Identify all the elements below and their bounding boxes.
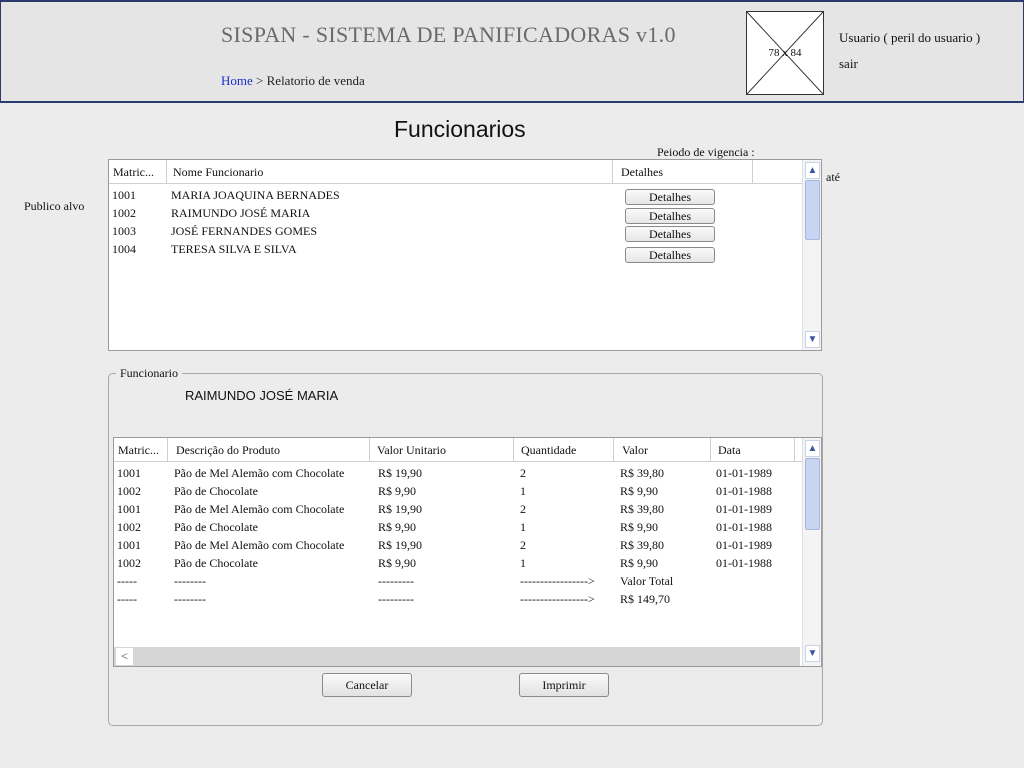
cell-nome: JOSÉ FERNANDES GOMES — [171, 224, 318, 238]
cell-nome: TERESA SILVA E SILVA — [171, 242, 297, 256]
cell-valor-unitario: --------- — [378, 574, 414, 588]
cell-matricula: 1001 — [117, 466, 141, 480]
cell-data: 01-01-1988 — [716, 484, 772, 498]
breadcrumb-home-link[interactable]: Home — [221, 73, 253, 88]
cell-descricao: Pão de Chocolate — [174, 556, 258, 570]
cell-quantidade: 2 — [520, 502, 526, 516]
scroll-down-icon[interactable]: ▼ — [805, 645, 820, 662]
cell-descricao: -------- — [174, 574, 206, 588]
scroll-left-icon[interactable]: < — [116, 648, 133, 665]
app-title: SISPAN - SISTEMA DE PANIFICADORAS v1.0 — [221, 22, 676, 47]
column-header-descricao[interactable]: Descrição do Produto — [168, 438, 370, 462]
cell-descricao: Pão de Mel Alemão com Chocolate — [174, 466, 345, 480]
cell-data: 01-01-1989 — [716, 502, 772, 516]
user-profile-label[interactable]: Usuario ( peril do usuario ) — [839, 30, 980, 46]
sales-grid: Matric... Descrição do Produto Valor Uni… — [113, 437, 822, 667]
cell-quantidade: -----------------> — [520, 574, 595, 588]
cell-matricula: 1002 — [112, 206, 136, 220]
cell-nome: RAIMUNDO JOSÉ MARIA — [171, 206, 311, 220]
cell-data: 01-01-1988 — [716, 520, 772, 534]
header-bar: SISPAN - SISTEMA DE PANIFICADORAS v1.0 H… — [0, 0, 1024, 103]
cell-quantidade: 1 — [520, 520, 526, 534]
print-button[interactable]: Imprimir — [519, 673, 609, 697]
cell-valor-unitario: R$ 19,90 — [378, 502, 423, 516]
detalhes-button[interactable]: Detalhes — [625, 226, 715, 242]
cell-descricao: Pão de Mel Alemão com Chocolate — [174, 538, 345, 552]
cell-quantidade: 1 — [520, 556, 526, 570]
cell-descricao: Pão de Chocolate — [174, 520, 258, 534]
cell-data: 01-01-1988 — [716, 556, 772, 570]
cell-matricula: ----- — [117, 592, 137, 606]
cell-valor: R$ 149,70 — [620, 592, 671, 606]
page-title: Funcionarios — [394, 116, 526, 142]
column-header-matricula[interactable]: Matric... — [109, 160, 167, 184]
column-header-data[interactable]: Data — [711, 438, 795, 462]
scroll-thumb[interactable] — [805, 458, 820, 530]
cell-data: 01-01-1989 — [716, 538, 772, 552]
cell-valor-unitario: R$ 9,90 — [378, 520, 417, 534]
cell-valor-unitario: R$ 19,90 — [378, 538, 423, 552]
employees-grid: Matric... Nome Funcionario Detalhes 1001… — [108, 159, 822, 351]
cell-matricula: 1002 — [117, 484, 141, 498]
column-header-nome[interactable]: Nome Funcionario — [167, 160, 613, 184]
selected-employee-name: RAIMUNDO JOSÉ MARIA — [185, 388, 339, 403]
cell-valor-unitario: R$ 9,90 — [378, 556, 417, 570]
scroll-thumb[interactable] — [805, 180, 820, 240]
ate-label: até — [826, 170, 840, 184]
cell-matricula: 1001 — [117, 538, 141, 552]
funcionario-legend: Funcionario — [116, 366, 182, 381]
column-header-quantidade[interactable]: Quantidade — [514, 438, 614, 462]
cell-valor: Valor Total — [620, 574, 674, 588]
cell-valor: R$ 39,80 — [620, 502, 665, 516]
cell-descricao: Pão de Mel Alemão com Chocolate — [174, 502, 345, 516]
cell-matricula: 1002 — [117, 520, 141, 534]
cell-matricula: 1001 — [112, 188, 136, 202]
cell-data: 01-01-1989 — [716, 466, 772, 480]
scroll-down-icon[interactable]: ▼ — [805, 331, 820, 348]
cell-valor-unitario: R$ 9,90 — [378, 484, 417, 498]
cell-matricula: 1004 — [112, 242, 136, 256]
vertical-scrollbar[interactable]: ▲ ▼ — [802, 438, 821, 666]
cell-valor-unitario: --------- — [378, 592, 414, 606]
breadcrumb-current: Relatorio de venda — [266, 73, 365, 88]
cancel-button[interactable]: Cancelar — [322, 673, 412, 697]
cell-matricula: 1002 — [117, 556, 141, 570]
detalhes-button[interactable]: Detalhes — [625, 208, 715, 224]
publico-alvo-label: Publico alvo — [24, 199, 85, 213]
scroll-up-icon[interactable]: ▲ — [805, 162, 820, 179]
column-header-valor-unitario[interactable]: Valor Unitario — [370, 438, 514, 462]
cell-valor: R$ 39,80 — [620, 538, 665, 552]
column-header-valor[interactable]: Valor — [614, 438, 711, 462]
employees-grid-header: Matric... Nome Funcionario Detalhes — [109, 160, 821, 184]
cell-quantidade: 2 — [520, 466, 526, 480]
vertical-scrollbar[interactable]: ▲ ▼ — [802, 160, 821, 350]
cell-quantidade: -----------------> — [520, 592, 595, 606]
cell-descricao: -------- — [174, 592, 206, 606]
cell-matricula: 1003 — [112, 224, 136, 238]
detalhes-button[interactable]: Detalhes — [625, 189, 715, 205]
periodo-vigencia-label: Peiodo de vigencia : — [657, 145, 755, 159]
cell-descricao: Pão de Chocolate — [174, 484, 258, 498]
cell-valor-unitario: R$ 19,90 — [378, 466, 423, 480]
sales-grid-header: Matric... Descrição do Produto Valor Uni… — [114, 438, 821, 462]
breadcrumb: Home > Relatorio de venda — [221, 73, 365, 89]
logout-link[interactable]: sair — [839, 56, 858, 72]
cell-valor: R$ 9,90 — [620, 484, 659, 498]
horizontal-scrollbar[interactable]: < — [114, 647, 800, 666]
cell-valor: R$ 39,80 — [620, 466, 665, 480]
cell-quantidade: 2 — [520, 538, 526, 552]
avatar: 78 x 84 — [746, 11, 824, 95]
column-header-detalhes[interactable]: Detalhes — [613, 160, 753, 184]
cell-nome: MARIA JOAQUINA BERNADES — [171, 188, 340, 202]
cell-valor: R$ 9,90 — [620, 520, 659, 534]
scroll-up-icon[interactable]: ▲ — [805, 440, 820, 457]
cell-matricula: ----- — [117, 574, 137, 588]
column-header-matricula[interactable]: Matric... — [114, 438, 168, 462]
cell-matricula: 1001 — [117, 502, 141, 516]
breadcrumb-separator: > — [252, 73, 267, 88]
avatar-size-label: 78 x 84 — [768, 47, 802, 59]
cell-quantidade: 1 — [520, 484, 526, 498]
detalhes-button[interactable]: Detalhes — [625, 247, 715, 263]
cell-valor: R$ 9,90 — [620, 556, 659, 570]
